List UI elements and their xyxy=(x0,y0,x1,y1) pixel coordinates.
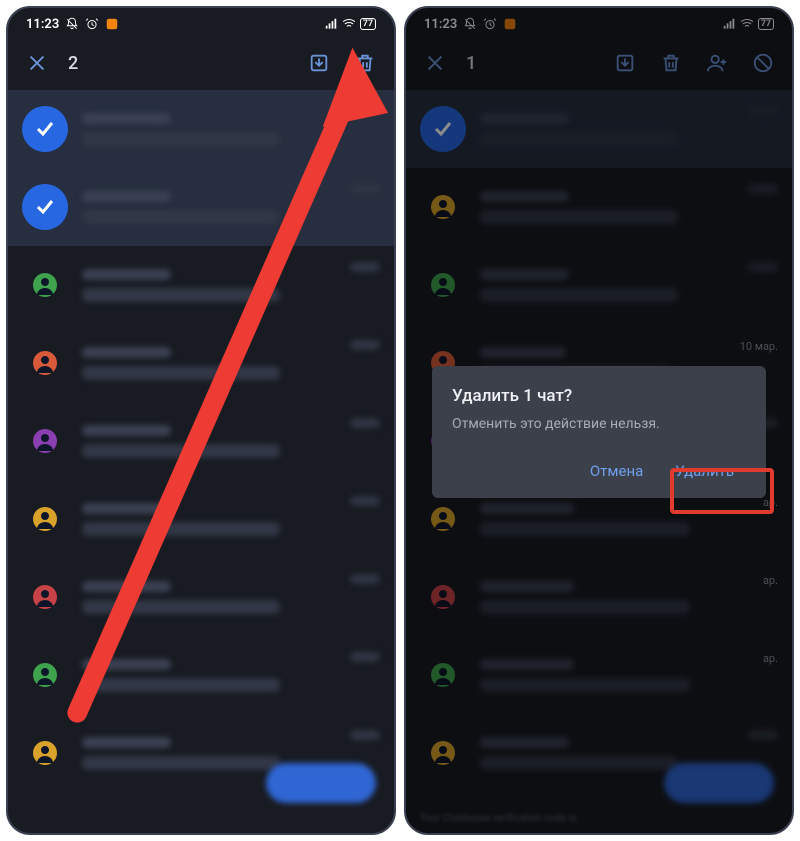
chat-row[interactable] xyxy=(8,636,394,714)
status-bar: 11:23 77 xyxy=(8,8,394,36)
avatar xyxy=(22,262,68,308)
avatar xyxy=(22,340,68,386)
chat-list[interactable] xyxy=(8,90,394,792)
selected-count: 2 xyxy=(68,53,78,74)
dialog-cancel-button[interactable]: Отмена xyxy=(578,454,655,488)
chat-preview-blurred xyxy=(82,581,336,614)
chat-timestamp xyxy=(350,574,380,584)
chat-preview-blurred xyxy=(82,425,336,458)
chat-preview-blurred xyxy=(82,269,336,302)
chat-preview-blurred xyxy=(82,347,336,380)
chat-row[interactable] xyxy=(8,402,394,480)
chat-preview-blurred xyxy=(82,503,336,536)
chat-preview-blurred xyxy=(82,191,336,224)
chat-timestamp xyxy=(350,652,380,662)
phone-frame-2: 11:23 77 1 xyxy=(404,6,794,835)
chat-row[interactable] xyxy=(8,480,394,558)
chat-timestamp xyxy=(350,262,380,272)
compose-fab[interactable] xyxy=(266,763,376,803)
wifi-icon xyxy=(342,17,356,31)
chat-row[interactable] xyxy=(8,168,394,246)
dialog-title: Удалить 1 чат? xyxy=(452,386,746,406)
chat-timestamp xyxy=(350,496,380,506)
archive-button[interactable] xyxy=(300,44,338,82)
avatar xyxy=(22,418,68,464)
selection-topbar: 2 xyxy=(8,36,394,90)
avatar xyxy=(22,496,68,542)
chat-timestamp xyxy=(350,184,380,194)
alarm-icon xyxy=(85,17,99,31)
chat-timestamp xyxy=(350,418,380,428)
chat-preview-blurred xyxy=(82,659,336,692)
phone-frame-1: 11:23 77 2 xyxy=(6,6,396,835)
selected-check-icon xyxy=(22,184,68,230)
delete-button[interactable] xyxy=(346,44,384,82)
avatar xyxy=(22,652,68,698)
dialog-confirm-button[interactable]: Удалить xyxy=(663,454,746,488)
chat-timestamp xyxy=(350,730,380,740)
chat-row[interactable] xyxy=(8,90,394,168)
selected-check-icon xyxy=(22,106,68,152)
avatar xyxy=(22,730,68,776)
chat-timestamp xyxy=(350,340,380,350)
chat-preview-blurred xyxy=(82,113,336,146)
chat-row[interactable] xyxy=(8,324,394,402)
delete-confirm-dialog: Удалить 1 чат? Отменить это действие нел… xyxy=(432,366,766,498)
chat-timestamp xyxy=(350,106,380,116)
dnd-icon xyxy=(65,17,79,31)
close-selection-button[interactable] xyxy=(18,44,56,82)
chat-row[interactable] xyxy=(8,246,394,324)
clock: 11:23 xyxy=(26,17,59,32)
app-badge-icon xyxy=(105,17,119,31)
battery-indicator: 77 xyxy=(360,18,376,30)
avatar xyxy=(22,574,68,620)
dialog-message: Отменить это действие нельзя. xyxy=(452,416,746,432)
signal-icon xyxy=(324,17,338,31)
chat-row[interactable] xyxy=(8,558,394,636)
